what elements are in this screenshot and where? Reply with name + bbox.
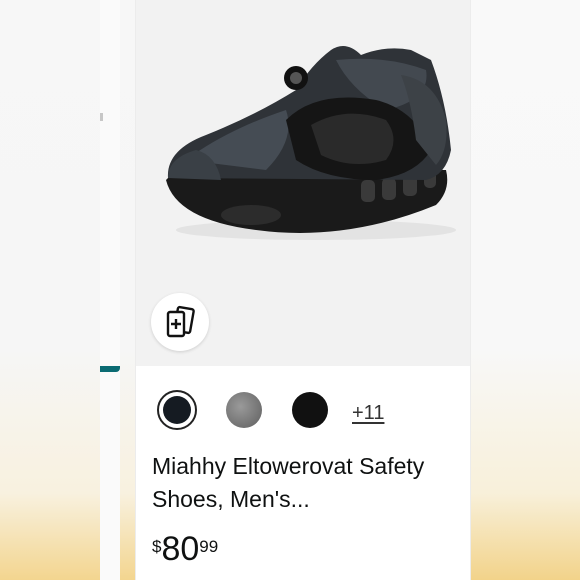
background-right bbox=[460, 0, 580, 580]
ar-cards-icon bbox=[166, 305, 195, 338]
price-fraction: 99 bbox=[199, 537, 219, 556]
adjacent-card-edge bbox=[100, 0, 120, 580]
product-image-area[interactable] bbox=[136, 0, 470, 366]
price-whole: 80 bbox=[161, 530, 200, 568]
swatch-black-navy-fill bbox=[163, 396, 191, 424]
view-in-3d-button[interactable] bbox=[151, 293, 209, 351]
price-currency-symbol: $ bbox=[152, 537, 162, 556]
more-colors-link[interactable]: +11 bbox=[352, 402, 384, 425]
product-image-shoe[interactable] bbox=[146, 30, 466, 250]
swatch-black-navy-selected[interactable] bbox=[157, 390, 197, 430]
adjacent-card-marker bbox=[100, 113, 103, 121]
adjacent-card-accent bbox=[100, 366, 120, 372]
swatch-black[interactable] bbox=[292, 392, 328, 428]
product-title[interactable]: Miahhy Eltowerovat Safety Shoes, Men's..… bbox=[152, 450, 452, 516]
product-card[interactable]: +11 Miahhy Eltowerovat Safety Shoes, Men… bbox=[136, 0, 470, 580]
color-swatches: +11 bbox=[156, 390, 456, 438]
product-price: $8099 bbox=[152, 530, 218, 569]
swatch-grey[interactable] bbox=[226, 392, 262, 428]
